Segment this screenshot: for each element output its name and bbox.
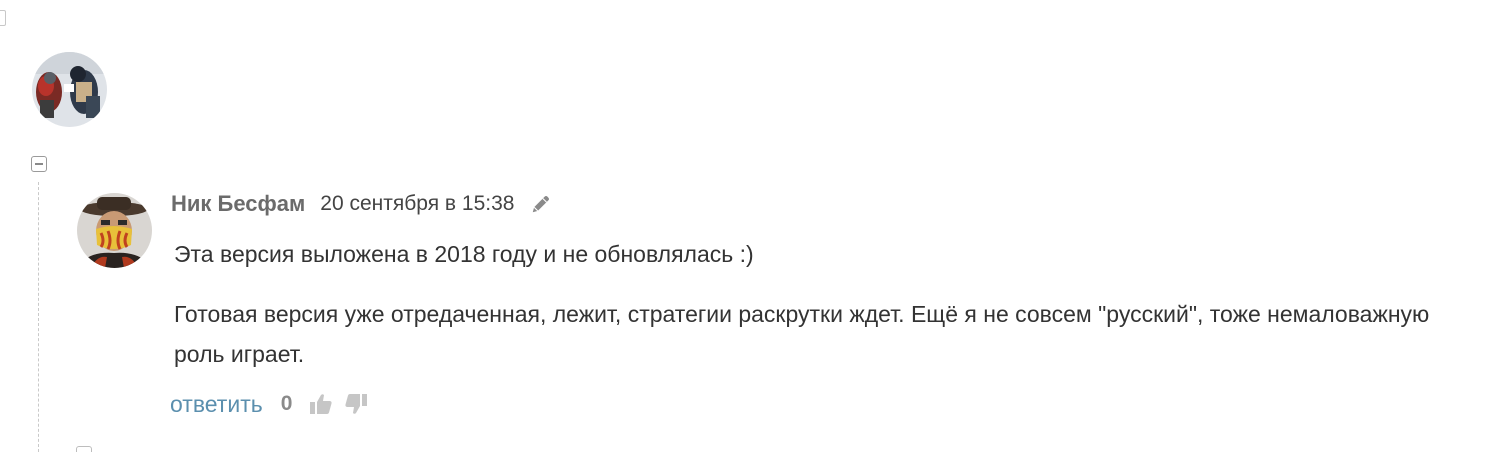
comment-author[interactable]: Ник Бесфам [171, 191, 305, 217]
avatar-image [77, 193, 152, 268]
avatar-image [32, 52, 107, 127]
comments-page: Ник Бесфам 20 сентября в 15:38 Эта верси… [0, 0, 1491, 452]
next-comment-toggle[interactable] [76, 446, 92, 452]
pencil-icon[interactable] [530, 193, 552, 215]
reply-link[interactable]: ответить [170, 391, 263, 418]
comment-avatar[interactable] [77, 193, 152, 268]
comment-paragraph: Готовая версия уже отредаченная, лежит, … [174, 301, 1430, 367]
comment-timestamp: 20 сентября в 15:38 [320, 192, 515, 215]
comment-actions: ответить 0 [170, 386, 369, 422]
comment-header: Ник Бесфам 20 сентября в 15:38 [171, 189, 552, 219]
thumbs-up-icon[interactable] [308, 391, 334, 417]
thread-line [38, 182, 39, 452]
comment-paragraph: Эта версия выложена в 2018 году и не обн… [174, 241, 754, 267]
avatar[interactable] [32, 52, 107, 127]
collapse-toggle-stub[interactable] [0, 10, 6, 26]
thumbs-down-icon[interactable] [343, 391, 369, 417]
comment-score: 0 [280, 392, 293, 415]
collapse-minus-icon[interactable] [31, 156, 47, 172]
